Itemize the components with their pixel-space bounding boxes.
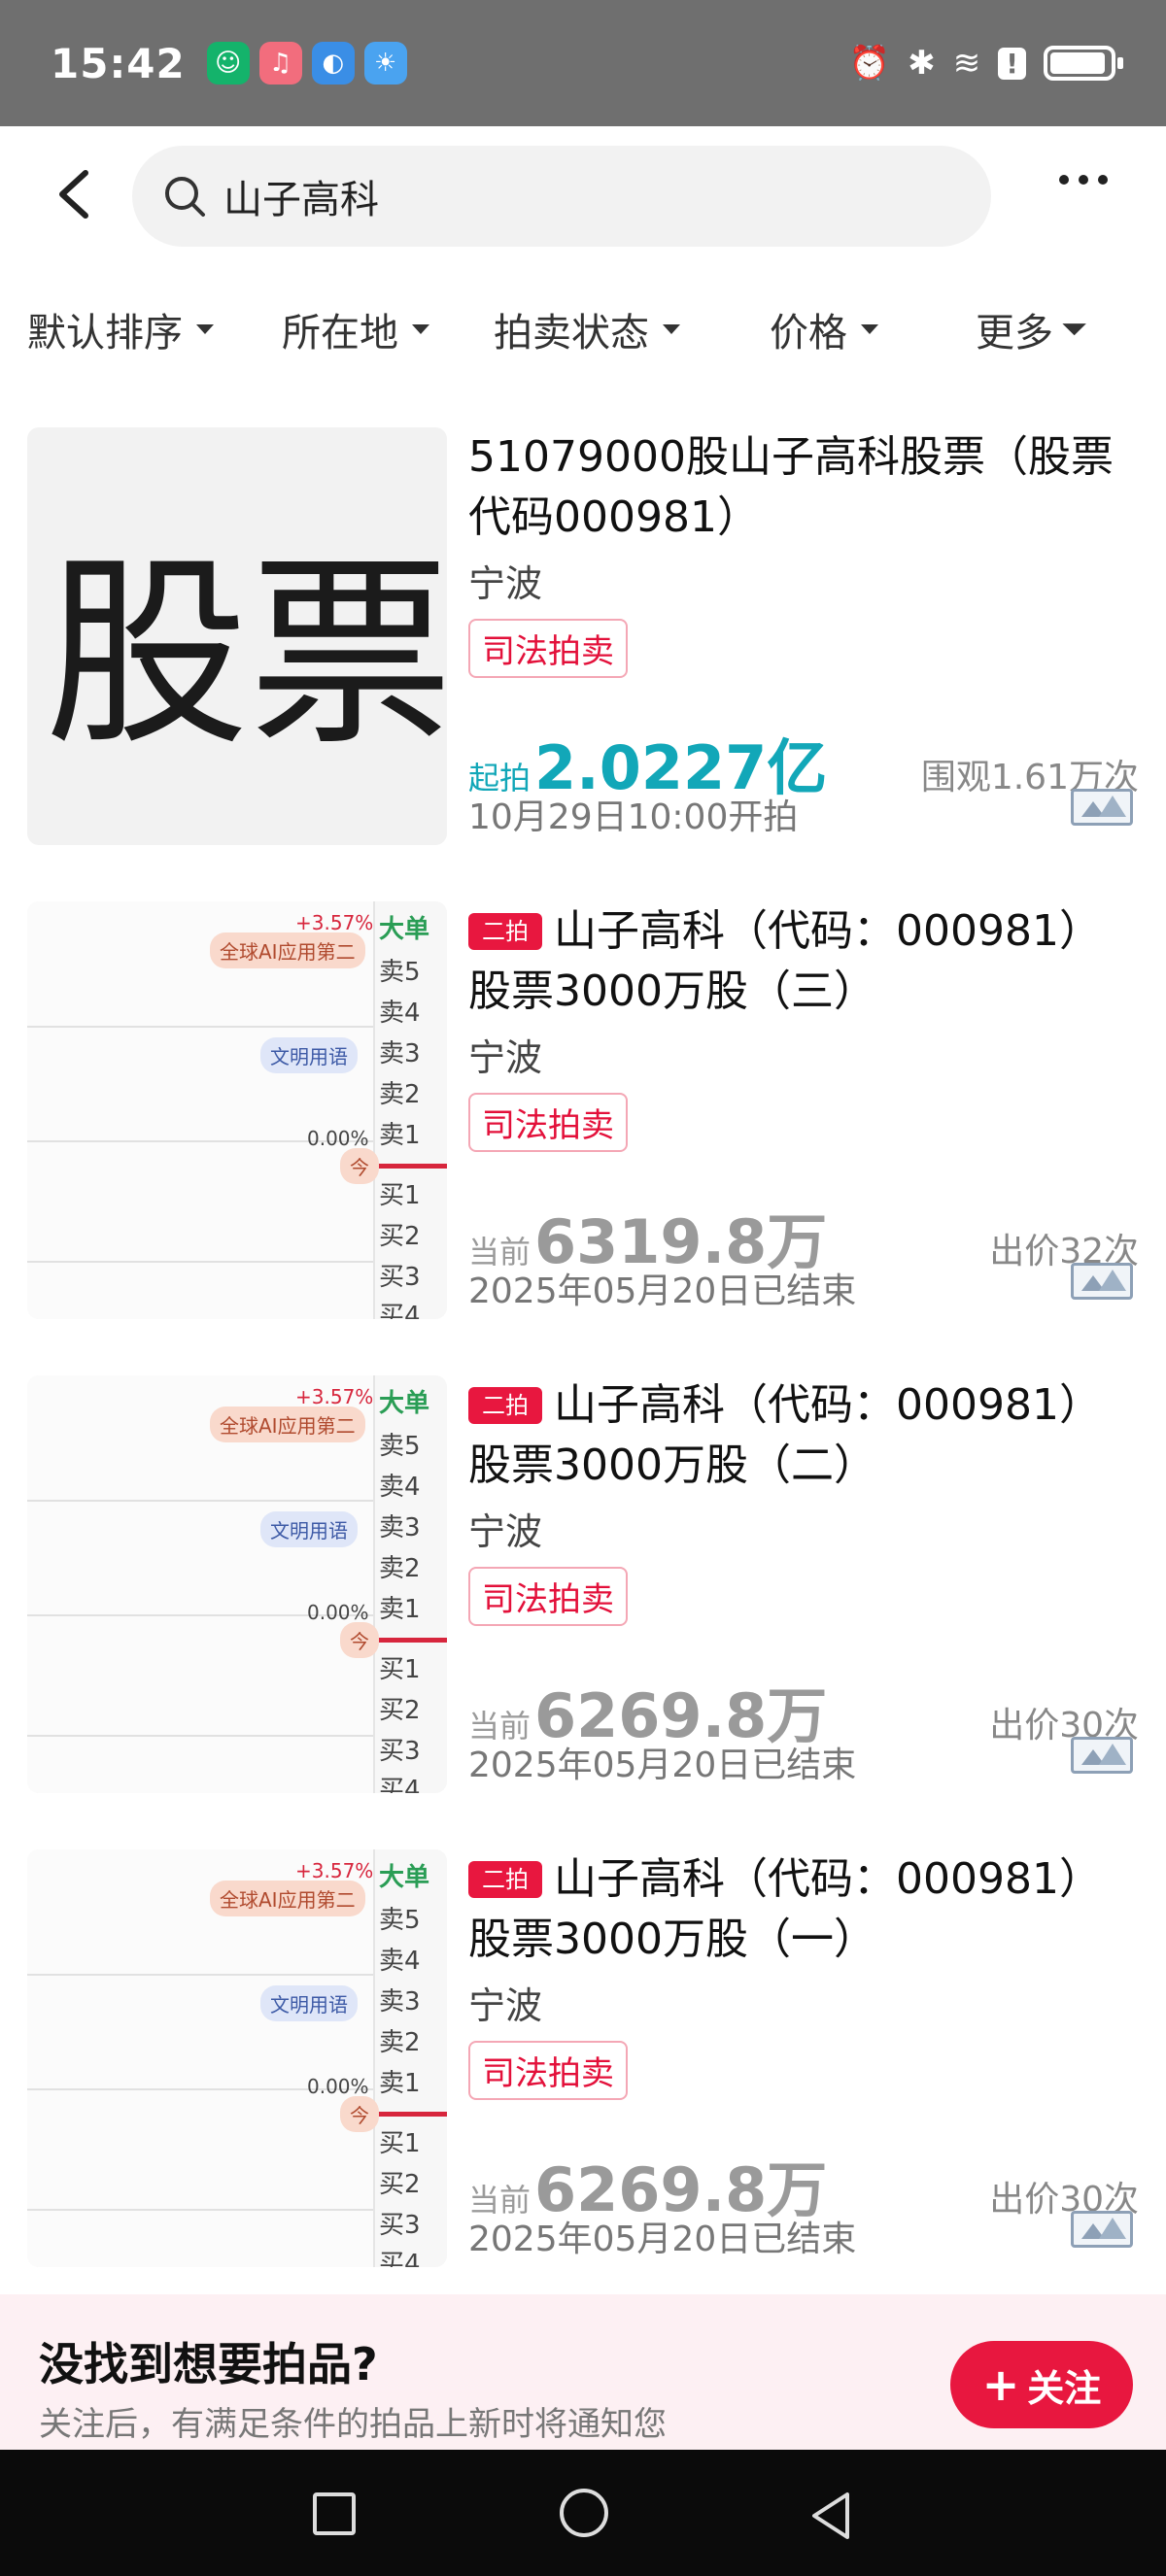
judicial-auction-tag: 司法拍卖 bbox=[468, 1093, 628, 1152]
status-app-icons: ☺ ♫ ◐ ☀ bbox=[206, 42, 407, 85]
music-app-icon: ♫ bbox=[258, 42, 302, 85]
image-icon bbox=[1071, 789, 1133, 826]
item-title: 二拍 山子高科（代码：000981）股票3000万股（一） bbox=[468, 1854, 1102, 1964]
alarm-icon: ⏰ bbox=[848, 44, 891, 83]
judicial-auction-tag: 司法拍卖 bbox=[468, 1567, 628, 1626]
item-title: 二拍 山子高科（代码：000981）股票3000万股（三） bbox=[468, 906, 1102, 1016]
filter-price[interactable]: 价格 bbox=[770, 301, 878, 357]
caret-down-icon bbox=[861, 324, 878, 334]
banner-heading: 没找到想要拍品? bbox=[39, 2338, 378, 2390]
second-auction-badge: 二拍 bbox=[468, 913, 542, 950]
list-item[interactable]: 大单 卖5 卖4 卖3 卖2 卖1 买1 买2 买3 买4 +3.57% 全球A… bbox=[27, 1375, 1139, 1793]
search-header: 山子高科 bbox=[0, 126, 1166, 262]
back-arrow-icon[interactable] bbox=[51, 165, 99, 223]
filter-auction-status[interactable]: 拍卖状态 bbox=[494, 301, 680, 357]
list-item[interactable]: 大单 卖5 卖4 卖3 卖2 卖1 买1 买2 买3 买4 +3.57% 全球A… bbox=[27, 1849, 1139, 2267]
judicial-auction-tag: 司法拍卖 bbox=[468, 619, 628, 678]
item-city: 宁波 bbox=[468, 1984, 543, 2027]
follow-banner: 没找到想要拍品? 关注后，有满足条件的拍品上新时将通知您 + 关注 bbox=[0, 2294, 1166, 2450]
weather-app-icon: ☀ bbox=[363, 42, 407, 85]
second-auction-badge: 二拍 bbox=[468, 1861, 542, 1898]
list-item[interactable]: 大单 卖5 卖4 卖3 卖2 卖1 买1 买2 买3 买4 +3.57% 全球A… bbox=[27, 901, 1139, 1319]
nav-back-icon[interactable] bbox=[806, 2489, 855, 2543]
home-icon[interactable] bbox=[560, 2489, 608, 2537]
caret-down-icon bbox=[663, 324, 680, 334]
item-thumbnail: 大单 卖5 卖4 卖3 卖2 卖1 买1 买2 买3 买4 +3.57% 全球A… bbox=[27, 901, 447, 1319]
filter-sort[interactable]: 默认排序 bbox=[27, 301, 214, 357]
status-bar: 15:42 ☺ ♫ ◐ ☀ ⏰ ✱ ≋ ! bbox=[0, 0, 1166, 126]
item-thumbnail: 大单 卖5 卖4 卖3 卖2 卖1 买1 买2 买3 买4 +3.57% 全球A… bbox=[27, 1375, 447, 1793]
alert-icon: ! bbox=[998, 47, 1026, 80]
banner-subtext: 关注后，有满足条件的拍品上新时将通知您 bbox=[39, 2405, 667, 2444]
search-icon bbox=[165, 177, 205, 217]
more-options-icon[interactable] bbox=[1059, 175, 1108, 185]
filter-bar: 默认排序 所在地 拍卖状态 价格 更多 ⏷ bbox=[0, 291, 1166, 369]
second-auction-badge: 二拍 bbox=[468, 1387, 542, 1424]
item-title: 二拍 山子高科（代码：000981）股票3000万股（二） bbox=[468, 1380, 1102, 1490]
funnel-icon: ⏷ bbox=[1061, 310, 1088, 349]
item-thumbnail: 股票 bbox=[27, 427, 447, 845]
battery-icon bbox=[1044, 46, 1123, 81]
bluetooth-icon: ✱ bbox=[908, 44, 936, 83]
list-item[interactable]: 股票 51079000股山子高科股票（股票代码000981） 宁波 司法拍卖 起… bbox=[27, 427, 1139, 845]
recent-apps-icon[interactable] bbox=[313, 2492, 356, 2535]
item-end-time: 2025年05月20日已结束 bbox=[468, 1271, 857, 1311]
status-time: 15:42 bbox=[51, 39, 186, 87]
filter-location[interactable]: 所在地 bbox=[282, 301, 429, 357]
wifi-icon: ≋ bbox=[952, 44, 981, 83]
item-end-time: 2025年05月20日已结束 bbox=[468, 1746, 857, 1785]
item-city: 宁波 bbox=[468, 1510, 543, 1553]
item-end-time: 2025年05月20日已结束 bbox=[468, 2220, 857, 2259]
filter-more[interactable]: 更多 ⏷ bbox=[976, 301, 1087, 357]
caret-down-icon bbox=[196, 324, 214, 334]
item-thumbnail: 大单 卖5 卖4 卖3 卖2 卖1 买1 买2 买3 买4 +3.57% 全球A… bbox=[27, 1849, 447, 2267]
item-city: 宁波 bbox=[468, 562, 543, 605]
image-icon bbox=[1071, 1737, 1133, 1774]
item-city: 宁波 bbox=[468, 1036, 543, 1079]
follow-button[interactable]: + 关注 bbox=[950, 2341, 1133, 2428]
plus-icon: + bbox=[981, 2358, 1020, 2411]
judicial-auction-tag: 司法拍卖 bbox=[468, 2041, 628, 2100]
system-nav-bar bbox=[0, 2450, 1166, 2576]
search-query[interactable]: 山子高科 bbox=[223, 168, 379, 224]
app-notification-icon: ☺ bbox=[206, 42, 250, 85]
image-icon bbox=[1071, 2211, 1133, 2248]
browser-app-icon: ◐ bbox=[311, 42, 355, 85]
item-title: 51079000股山子高科股票（股票代码000981） bbox=[468, 432, 1114, 542]
search-bar[interactable]: 山子高科 bbox=[132, 146, 991, 247]
image-icon bbox=[1071, 1263, 1133, 1300]
item-start-time: 10月29日10:00开拍 bbox=[468, 797, 799, 837]
caret-down-icon bbox=[412, 324, 429, 334]
